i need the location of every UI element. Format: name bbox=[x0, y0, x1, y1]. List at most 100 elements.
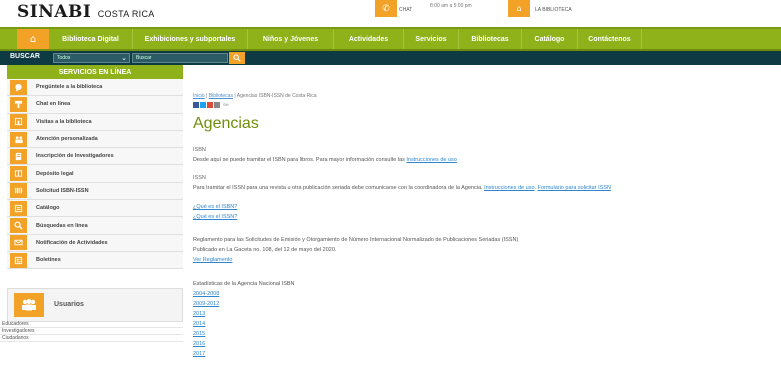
issn-heading: ISSN bbox=[193, 175, 206, 181]
sidebar-item-boletines[interactable]: Boletines bbox=[7, 251, 183, 270]
breadcrumb-bibliotecas[interactable]: Bibliotecas bbox=[209, 93, 233, 99]
search-icon bbox=[10, 218, 27, 234]
sidebar-services: SERVICIOS EN LÍNEA Pregúntele a la bibli… bbox=[7, 65, 183, 295]
nav-biblioteca-digital[interactable]: Biblioteca Digital bbox=[49, 29, 133, 49]
nav-servicios[interactable]: Servicios bbox=[404, 29, 459, 49]
sidebar-item-label: Boletines bbox=[36, 257, 61, 264]
sidebar-item-catalogo[interactable]: Catálogo bbox=[7, 200, 183, 218]
sidebar-item-deposito[interactable]: Depósito legal bbox=[7, 165, 183, 183]
stats-link[interactable]: 2015 bbox=[193, 331, 205, 337]
sidebar-item-notificacion[interactable]: Notificación de Actividades bbox=[7, 234, 183, 252]
stats-link[interactable]: 2017 bbox=[193, 351, 205, 357]
what-is-isbn-link[interactable]: ¿Qué es el ISBN? bbox=[193, 204, 237, 210]
nav-ninos-jovenes[interactable]: Niños y Jóvenes bbox=[248, 29, 334, 49]
form-icon bbox=[10, 148, 27, 164]
sidebar-item-label: Catálogo bbox=[36, 205, 60, 212]
nav-catalogo[interactable]: Catálogo bbox=[522, 29, 578, 49]
sidebar-item-label: Depósito legal bbox=[36, 170, 74, 177]
users-list: Educadores Investigadores Ciudadanos bbox=[0, 321, 183, 342]
site-header: SINABI COSTA RICA ✆ CHAT 8:00 am a 5:00 … bbox=[0, 0, 781, 22]
sidebar-item-atencion[interactable]: Atención personalizada bbox=[7, 130, 183, 149]
issn-form-link[interactable]: Formulario para solicitar ISSN bbox=[538, 185, 611, 191]
building-icon bbox=[10, 114, 27, 130]
users-title: Usuarios bbox=[54, 301, 84, 308]
nav-contactenos[interactable]: Contáctenos bbox=[578, 29, 642, 49]
site-logo[interactable]: SINABI COSTA RICA bbox=[17, 2, 155, 22]
opening-hours: 8:00 am a 5:00 pm bbox=[430, 3, 472, 9]
users-list-item[interactable]: Investigadores bbox=[0, 328, 183, 335]
users-list-item[interactable]: Ciudadanos bbox=[0, 335, 183, 342]
share-buttons: SH bbox=[193, 101, 781, 108]
sidebar-item-preguntele[interactable]: Pregúntele a la biblioteca bbox=[7, 79, 183, 97]
people-icon bbox=[10, 131, 27, 147]
logo-main: SINABI bbox=[17, 2, 92, 22]
issn-paragraph: Para tramitar el ISSN para una revista u… bbox=[193, 185, 611, 191]
isbn-paragraph: Desde aquí se puede tramitar el ISBN par… bbox=[193, 157, 457, 163]
search-placeholder: Buscar bbox=[136, 55, 152, 61]
sidebar-item-inscripcion[interactable]: Inscripción de Investigadores bbox=[7, 148, 183, 166]
search-bar: BUSCAR Todos ⌄ Buscar bbox=[0, 51, 781, 65]
sidebar-item-visitas[interactable]: Visitas a la biblioteca bbox=[7, 113, 183, 131]
issn-instructions-link[interactable]: Instrucciones de uso bbox=[484, 185, 534, 191]
sidebar-item-chat[interactable]: Chat en línea bbox=[7, 96, 183, 114]
nav-exhibiciones[interactable]: Exhibiciones y subportales bbox=[133, 29, 248, 49]
breadcrumb-current: Agencias ISBN-ISSN de Costa Rica bbox=[236, 93, 317, 99]
search-label: BUSCAR bbox=[10, 53, 40, 60]
share-count: SH bbox=[223, 101, 229, 107]
book-icon bbox=[10, 166, 27, 182]
page-title: Agencias bbox=[193, 115, 259, 132]
question-bubble-icon bbox=[10, 79, 27, 95]
sidebar-item-label: Pregúntele a la biblioteca bbox=[36, 84, 103, 91]
share-icon[interactable] bbox=[214, 101, 220, 108]
sidebar-item-label: Visitas a la biblioteca bbox=[36, 118, 92, 125]
search-select-value: Todos bbox=[57, 55, 71, 61]
nav-actividades[interactable]: Actividades bbox=[334, 29, 404, 49]
nav-bibliotecas[interactable]: Bibliotecas bbox=[459, 29, 522, 49]
chat-button[interactable]: ✆ bbox=[375, 0, 397, 17]
sidebar-item-label: Notificación de Actividades bbox=[36, 239, 108, 246]
search-button[interactable] bbox=[229, 52, 245, 64]
envelope-icon bbox=[10, 235, 27, 251]
search-icon bbox=[233, 54, 241, 62]
stats-link[interactable]: 2016 bbox=[193, 341, 205, 347]
barcode-icon bbox=[10, 183, 27, 199]
home-icon: ⌂ bbox=[29, 33, 37, 45]
search-category-select[interactable]: Todos ⌄ bbox=[53, 53, 130, 63]
logo-sub: COSTA RICA bbox=[97, 9, 155, 19]
catalog-icon bbox=[10, 200, 27, 216]
users-panel[interactable]: Usuarios bbox=[7, 288, 183, 322]
facebook-icon[interactable] bbox=[193, 101, 199, 108]
isbn-instructions-link[interactable]: Instrucciones de uso bbox=[406, 157, 456, 163]
isbn-heading: ISBN bbox=[193, 147, 206, 153]
breadcrumb-home[interactable]: Inicio bbox=[193, 93, 205, 99]
sidebar-title: SERVICIOS EN LÍNEA bbox=[7, 65, 183, 79]
sidebar-item-label: Inscripción de Investigadores bbox=[36, 153, 114, 160]
isbn-text: Desde aquí se puede tramitar el ISBN par… bbox=[193, 157, 407, 163]
stats-heading: Estadísticas de la Agencia Nacional ISBN bbox=[193, 281, 295, 287]
sidebar-item-isbn-issn[interactable]: Solicitud ISBN-ISSN bbox=[7, 182, 183, 201]
stats-link[interactable]: 2004-2008 bbox=[193, 291, 219, 297]
stats-link[interactable]: 2014 bbox=[193, 321, 205, 327]
search-input[interactable]: Buscar bbox=[132, 53, 228, 63]
view-regulation-link[interactable]: Ver Reglamento bbox=[193, 257, 232, 263]
chat-label[interactable]: CHAT bbox=[399, 7, 412, 13]
what-is-issn-link[interactable]: ¿Qué es el ISSN? bbox=[193, 214, 237, 220]
issn-text: Para tramitar el ISSN para una revista u… bbox=[193, 185, 485, 191]
stats-link[interactable]: 2013 bbox=[193, 311, 205, 317]
library-label[interactable]: LA BIBLIOTECA bbox=[535, 7, 572, 13]
sidebar-item-busquedas[interactable]: Búsquedas en línea bbox=[7, 217, 183, 235]
users-group-icon bbox=[14, 293, 44, 317]
main-nav: ⌂ Biblioteca Digital Exhibiciones y subp… bbox=[0, 27, 781, 51]
users-list-item[interactable]: Educadores bbox=[0, 321, 183, 328]
newsletter-icon bbox=[10, 252, 27, 268]
main-content: Inicio | Bibliotecas | Agencias ISBN-ISS… bbox=[193, 93, 781, 371]
library-button[interactable]: ⌂ bbox=[508, 0, 530, 17]
stats-link[interactable]: 2009-2012 bbox=[193, 301, 219, 307]
sidebar-item-label: Solicitud ISBN-ISSN bbox=[36, 187, 89, 194]
regulation-text: Reglamento para las Solicitudes de Emisi… bbox=[193, 237, 519, 243]
sidebar-item-label: Atención personalizada bbox=[36, 136, 98, 143]
email-icon[interactable] bbox=[207, 101, 213, 108]
home-button[interactable]: ⌂ bbox=[17, 29, 49, 49]
chat-icon: ✆ bbox=[382, 3, 390, 14]
twitter-icon[interactable] bbox=[200, 101, 206, 108]
